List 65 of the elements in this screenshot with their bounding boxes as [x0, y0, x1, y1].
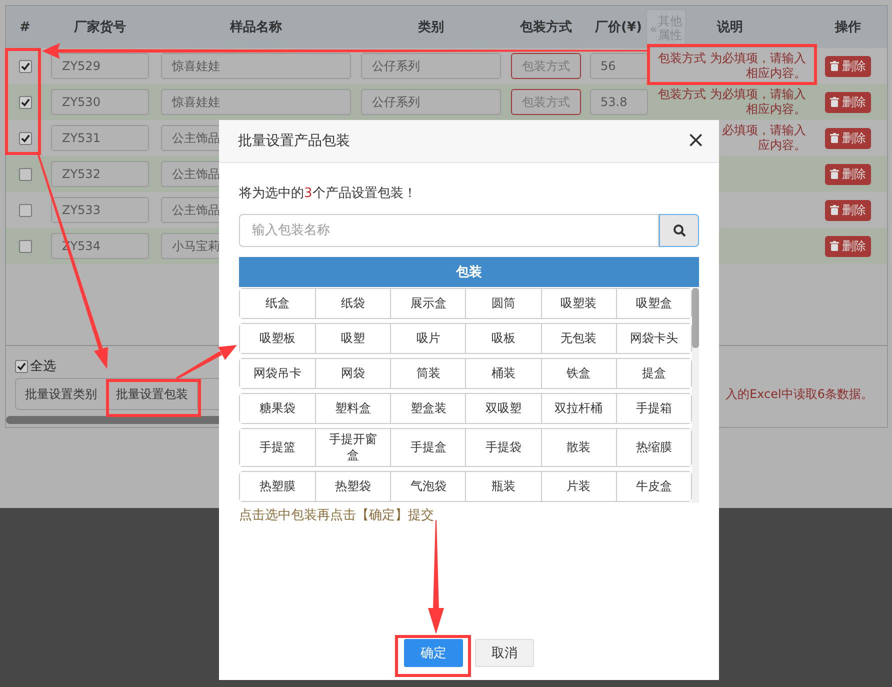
delete-button[interactable]: 删除 [825, 128, 871, 148]
delete-button[interactable]: 删除 [825, 92, 871, 112]
cancel-button[interactable]: 取消 [475, 639, 534, 667]
column-header: 类别 [418, 19, 444, 36]
trash-icon [830, 61, 839, 71]
row-checkbox[interactable] [18, 96, 32, 108]
search-icon [672, 224, 686, 237]
validation-message: 相应内容。 [746, 66, 806, 81]
import-message: 入的Excel中读取6条数据。 [726, 386, 873, 402]
validation-message: 包装方式 为必填项，请输入 [658, 51, 806, 66]
trash-icon [830, 205, 839, 215]
package-option[interactable]: 提盒 [616, 359, 691, 388]
validation-message: 相应内容。 [746, 102, 806, 117]
package-option[interactable]: 牛皮盒 [616, 472, 691, 502]
name-field[interactable]: 惊喜娃娃 [161, 89, 351, 115]
search-field[interactable]: 输入包装名称 [239, 214, 659, 247]
package-option[interactable]: 网袋卡头 [616, 324, 691, 353]
package-option[interactable]: 手提箱 [616, 394, 691, 423]
column-header: # [20, 20, 30, 34]
code-field[interactable]: ZY531 [51, 125, 149, 151]
price-field[interactable]: 53.8 [590, 89, 648, 115]
column-header: 包装方式 [520, 18, 572, 36]
delete-button[interactable]: 删除 [825, 200, 871, 220]
code-field[interactable]: ZY533 [51, 197, 149, 223]
bulk-action-button[interactable]: 批量设置类别 [16, 379, 107, 409]
column-header: 厂价(¥) [595, 19, 642, 36]
selection-message: 将为选中的3个产品设置包装！ [239, 185, 418, 202]
scrollbar-thumb[interactable] [692, 288, 699, 348]
column-header: 说明 [717, 19, 743, 36]
close-button[interactable]: × [686, 130, 705, 152]
validation-message: 应内容。 [758, 138, 806, 153]
row-checkbox[interactable] [18, 204, 32, 216]
code-field[interactable]: ZY529 [51, 53, 149, 79]
row-checkbox[interactable] [18, 132, 32, 144]
search-button[interactable] [659, 214, 699, 247]
hint-text: 点击选中包装再点击【确定】提交 [239, 507, 435, 524]
column-header: 厂家货号 [74, 18, 126, 36]
delete-button[interactable]: 删除 [825, 236, 871, 256]
delete-button[interactable]: 删除 [825, 56, 871, 76]
dialog-title: 批量设置产品包装 [238, 132, 350, 150]
validation-message: 必填项，请输入 [722, 123, 806, 138]
name-field[interactable]: 惊喜娃娃 [161, 53, 351, 79]
column-header: 样品名称 [230, 19, 282, 36]
annotation-arrow [176, 345, 237, 380]
code-field[interactable]: ZY532 [51, 161, 149, 187]
bulk-action-button[interactable]: 批量设置包装 [107, 379, 198, 409]
trash-icon [830, 133, 839, 143]
select-all-checkbox[interactable] [15, 360, 28, 372]
package-option[interactable]: 吸塑盒 [616, 289, 691, 318]
row-checkbox[interactable] [18, 240, 32, 252]
category-field[interactable]: 公仔系列 [361, 89, 501, 115]
row-checkbox[interactable] [18, 168, 32, 180]
delete-button[interactable]: 删除 [825, 164, 871, 184]
trash-icon [830, 97, 839, 107]
grid-header: 包装 [239, 257, 699, 287]
package-option[interactable]: 热缩膜 [616, 429, 691, 466]
trash-icon [830, 241, 839, 251]
select-all-label: 全选 [30, 358, 56, 375]
trash-icon [830, 169, 839, 179]
validation-message: 包装方式 为必填项，请输入 [658, 87, 806, 102]
column-header: 操作 [835, 19, 861, 36]
price-field[interactable]: 56 [590, 53, 648, 79]
row-checkbox[interactable] [18, 60, 32, 72]
category-field[interactable]: 公仔系列 [361, 53, 501, 79]
code-field[interactable]: ZY530 [51, 89, 149, 115]
